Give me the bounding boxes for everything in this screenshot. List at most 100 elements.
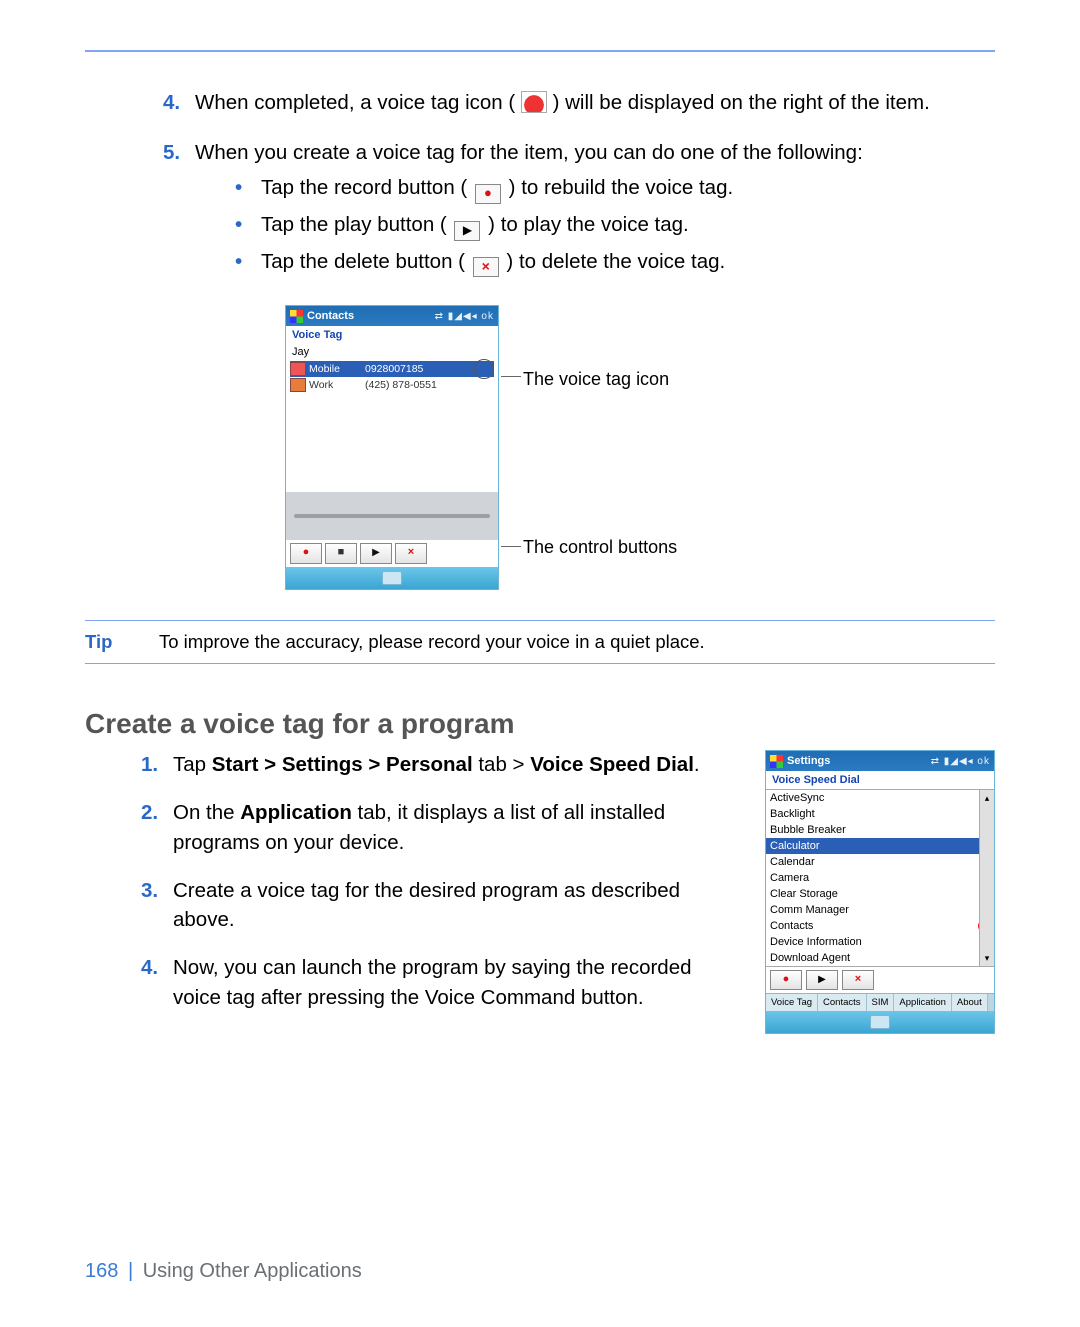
app-row[interactable]: Camera — [766, 870, 994, 886]
bullet-delete: • Tap the delete button ( ) to delete th… — [235, 247, 995, 277]
scroll-spacer — [286, 492, 498, 540]
rule — [85, 663, 995, 664]
windows-logo-icon — [770, 755, 783, 768]
text: ) to play the voice tag. — [488, 213, 689, 236]
text: On the — [173, 801, 240, 824]
status-icons: ⇄ ▮◢◀◂ ok — [435, 311, 494, 322]
text: Tap the record button ( — [261, 176, 467, 199]
text: Tap the play button ( — [261, 213, 447, 236]
app-row[interactable]: Calculator — [766, 838, 994, 854]
record-button[interactable]: ● — [770, 970, 802, 990]
tab[interactable]: Contacts — [818, 994, 867, 1011]
leader-line — [501, 546, 521, 547]
app-row[interactable]: ActiveSync — [766, 790, 994, 806]
device-mock-settings: Settings ⇄ ▮◢◀◂ ok Voice Speed Dial Acti… — [765, 750, 995, 1034]
app-name: Camera — [770, 870, 809, 886]
app-name: Calendar — [770, 854, 815, 870]
ordered-list-1: 4. When completed, a voice tag icon ( ) … — [163, 88, 995, 283]
text: ) to rebuild the voice tag. — [509, 176, 734, 199]
windows-logo-icon — [290, 310, 303, 323]
delete-icon — [473, 257, 499, 277]
step-number: 5. — [163, 138, 195, 284]
bullet-play: • Tap the play button ( ) to play the vo… — [235, 210, 995, 241]
tab[interactable]: About — [952, 994, 988, 1011]
keyboard-icon[interactable] — [382, 571, 402, 585]
app-row[interactable]: Backlight — [766, 806, 994, 822]
row-label: Work — [309, 379, 365, 391]
text: Create a voice tag for the desired progr… — [173, 876, 737, 935]
step-number: 3. — [141, 876, 173, 935]
record-button[interactable] — [290, 543, 322, 564]
text: . — [694, 753, 700, 776]
app-row[interactable]: Clear Storage — [766, 886, 994, 902]
app-name: Backlight — [770, 806, 815, 822]
app-row[interactable]: Download Agent — [766, 950, 994, 966]
voice-tag-indicator-circled — [474, 359, 494, 379]
step-number: 2. — [141, 798, 173, 857]
text: ) to delete the voice tag. — [506, 250, 725, 273]
figure-labels: The voice tag icon The control buttons — [523, 305, 743, 585]
keyboard-icon[interactable] — [870, 1015, 890, 1029]
text: Tap the delete button ( — [261, 250, 465, 273]
text: tab > — [473, 753, 531, 776]
device-mock-contacts: Contacts ⇄ ▮◢◀◂ ok Voice Tag Jay Mobile … — [285, 305, 499, 590]
device-footer — [766, 1011, 994, 1033]
tip-text: To improve the accuracy, please record y… — [159, 631, 705, 653]
page: 4. When completed, a voice tag icon ( ) … — [0, 0, 1080, 1327]
control-buttons: ● ▶ × — [766, 967, 994, 993]
two-column-row: 1. Tap Start > Settings > Personal tab >… — [85, 750, 995, 1034]
top-rule — [85, 50, 995, 52]
stop-button[interactable] — [325, 543, 357, 564]
app-name: Bubble Breaker — [770, 822, 846, 838]
bullet-dot: • — [235, 247, 261, 277]
contact-row[interactable]: Work (425) 878-0551 — [290, 377, 494, 393]
text: Tap — [173, 753, 212, 776]
phone-icon — [290, 378, 306, 392]
app-name: Device Information — [770, 934, 862, 950]
subtitle: Voice Tag — [286, 326, 498, 344]
device-titlebar: Settings ⇄ ▮◢◀◂ ok — [766, 751, 994, 771]
play-button[interactable] — [360, 543, 392, 564]
app-row[interactable]: Comm Manager — [766, 902, 994, 918]
app-name: Clear Storage — [770, 886, 838, 902]
step-number: 4. — [141, 953, 173, 1012]
tab[interactable]: Voice Tag — [766, 994, 818, 1011]
contact-row[interactable]: Mobile 0928007185 — [290, 361, 494, 377]
app-row[interactable]: Device Information — [766, 934, 994, 950]
step-2: 2. On the Application tab, it displays a… — [141, 798, 737, 857]
row-number: (425) 878-0551 — [365, 379, 494, 391]
app-name: ActiveSync — [770, 790, 824, 806]
voice-tag-icon — [521, 91, 547, 113]
app-row[interactable]: Contacts — [766, 918, 994, 934]
row-label: Mobile — [309, 363, 365, 375]
tab-bar: Voice TagContactsSIMApplicationAbout — [766, 993, 994, 1011]
status-icons: ⇄ ▮◢◀◂ ok — [931, 756, 990, 767]
step-4: 4. When completed, a voice tag icon ( ) … — [163, 88, 995, 118]
figure-contacts: Contacts ⇄ ▮◢◀◂ ok Voice Tag Jay Mobile … — [285, 305, 995, 590]
step-number: 4. — [163, 88, 195, 118]
delete-button[interactable]: × — [842, 970, 874, 990]
row-number: 0928007185 — [365, 363, 476, 375]
bullet-dot: • — [235, 173, 261, 204]
leader-line — [501, 376, 521, 377]
play-button[interactable]: ▶ — [806, 970, 838, 990]
tip-row: Tip To improve the accuracy, please reco… — [85, 621, 995, 663]
delete-button[interactable] — [395, 543, 427, 564]
scrollbar[interactable] — [979, 790, 994, 966]
tab[interactable]: SIM — [867, 994, 895, 1011]
step-5: 5. When you create a voice tag for the i… — [163, 138, 995, 284]
phone-icon — [290, 362, 306, 376]
tab[interactable]: Application — [894, 994, 951, 1011]
strong: Application — [240, 801, 352, 824]
bullet-dot: • — [235, 210, 261, 241]
app-row[interactable]: Bubble Breaker — [766, 822, 994, 838]
app-name: Download Agent — [770, 950, 850, 966]
app-row[interactable]: Calendar — [766, 854, 994, 870]
step-number: 1. — [141, 750, 173, 780]
app-name: Calculator — [770, 838, 820, 854]
contact-list: Mobile 0928007185 Work (425) 878-0551 — [286, 360, 498, 492]
bullet-record: • Tap the record button ( ) to rebuild t… — [235, 173, 995, 204]
strong: Voice Speed Dial — [530, 753, 694, 776]
label-control-buttons: The control buttons — [523, 535, 677, 559]
owner-name: Jay — [286, 344, 498, 360]
